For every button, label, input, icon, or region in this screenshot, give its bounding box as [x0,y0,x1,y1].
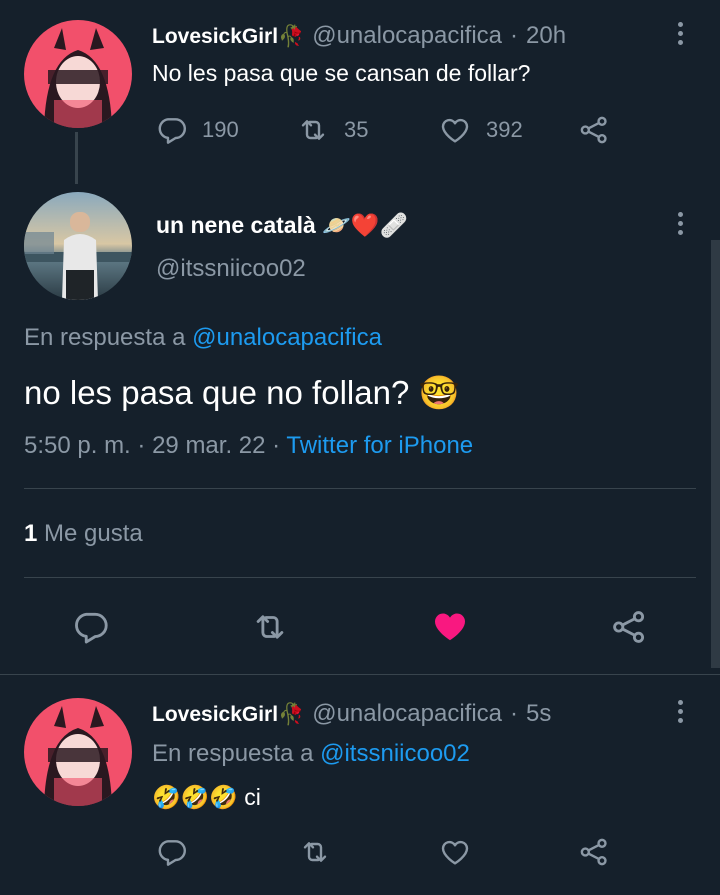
handle[interactable]: @itssniicoo02 [156,255,306,283]
retweet-button[interactable] [298,836,332,873]
likes-summary[interactable]: 1 Me gusta [24,520,143,548]
reply-count: 190 [202,117,239,142]
avatar[interactable] [24,192,132,300]
timestamp[interactable]: 5s [526,700,551,728]
avatar-illustration [44,706,112,806]
divider [24,488,696,489]
reply-icon [156,836,188,868]
reply-button[interactable] [156,836,188,873]
likes-count: 1 [24,520,38,547]
reply-to-link[interactable]: @itssniicoo02 [320,740,470,767]
retweet-icon [298,836,332,868]
like-icon [438,836,472,868]
reply-icon [72,608,110,646]
divider [24,577,696,578]
more-icon[interactable] [676,700,684,723]
retweet-button[interactable]: 35 [296,114,368,146]
like-count: 392 [486,117,523,142]
reply-button[interactable] [72,608,110,651]
more-icon[interactable] [676,212,684,235]
like-icon [438,114,472,146]
avatar-photo [24,212,132,300]
share-button[interactable] [610,608,648,651]
share-icon [578,114,610,146]
tweet-time[interactable]: 5:50 p. m. [24,432,131,459]
tweet-text: No les pasa que se cansan de follar? [152,60,531,86]
tweet-source[interactable]: Twitter for iPhone [286,432,473,459]
share-button[interactable] [578,114,610,146]
tweet-meta: 5:50 p. m. · 29 mar. 22 · Twitter for iP… [24,432,473,460]
retweet-icon [296,114,330,146]
separator: · [510,700,519,727]
like-button[interactable] [438,836,472,873]
share-icon [578,836,610,868]
reply-prefix: En respuesta a [24,324,186,351]
tweet-date[interactable]: 29 mar. 22 [152,432,265,459]
timestamp[interactable]: 20h [526,22,566,50]
share-button[interactable] [578,836,610,873]
avatar[interactable] [24,20,132,128]
display-name[interactable]: LovesickGirl🥀 [152,25,304,49]
scrollbar[interactable] [711,240,720,668]
share-icon [610,608,648,646]
tweet-text: no les pasa que no follan? 🤓 [24,374,460,411]
like-filled-icon [430,606,470,646]
divider [0,674,720,675]
display-name[interactable]: un nene català 🪐❤️🩹 [156,212,408,239]
retweet-icon [250,608,290,646]
more-icon[interactable] [676,22,684,45]
retweet-count: 35 [344,117,369,142]
separator: · [137,432,146,459]
reply-icon [156,114,188,146]
avatar[interactable] [24,698,132,806]
separator: · [272,432,281,459]
avatar-illustration [44,28,112,128]
reply-context: En respuesta a @itssniicoo02 [152,740,470,768]
likes-label: Me gusta [44,520,143,547]
handle[interactable]: @unalocapacifica [312,700,502,728]
display-name[interactable]: LovesickGirl🥀 [152,703,304,727]
separator: · [510,22,519,49]
thread-line [75,132,78,184]
retweet-button[interactable] [250,608,290,651]
reply-prefix: En respuesta a [152,740,314,767]
reply-to-link[interactable]: @unalocapacifica [192,324,382,351]
tweet-text: 🤣🤣🤣 ci [152,784,261,810]
reply-context: En respuesta a @unalocapacifica [24,324,382,352]
reply-button[interactable]: 190 [156,114,239,146]
handle[interactable]: @unalocapacifica [312,22,502,50]
like-button[interactable] [430,606,470,651]
like-button[interactable]: 392 [438,114,523,146]
